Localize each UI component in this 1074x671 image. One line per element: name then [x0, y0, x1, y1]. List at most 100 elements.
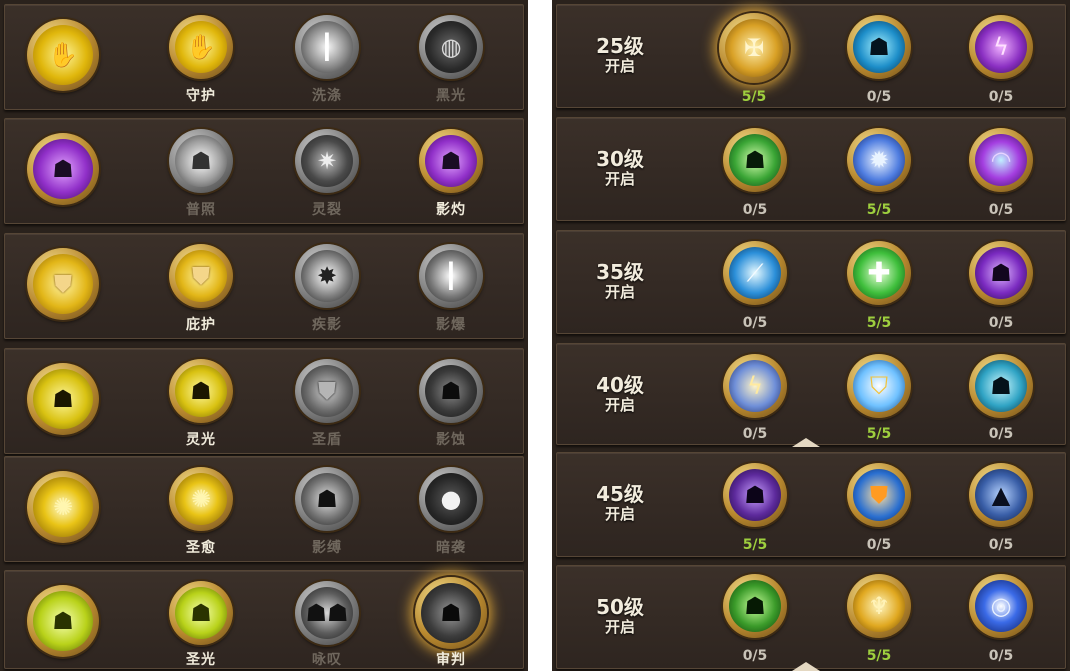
talent-row: 25级 开启 ✠ 5/5 ☗ 0/5 ϟ 0/5	[556, 4, 1066, 108]
purple-lightning-icon: ϟ	[993, 33, 1009, 61]
talent-count: 0/5	[988, 202, 1014, 218]
skill-label: 影蚀	[436, 432, 466, 448]
skill-slot[interactable]: ☗	[419, 359, 483, 423]
talent-slot[interactable]: ▲	[969, 463, 1033, 527]
dark-silhouette-icon: ☗	[990, 372, 1012, 400]
skill-slot[interactable]: ✺	[169, 467, 233, 531]
skill-slot-main[interactable]: ☗	[27, 133, 99, 205]
skill-label: 庇护	[186, 317, 216, 333]
talent-slot[interactable]: ☗	[723, 463, 787, 527]
talent-slot[interactable]: ✚	[847, 241, 911, 305]
skill-slot-main[interactable]: ✋	[27, 19, 99, 91]
skill-slot[interactable]: ✋	[169, 15, 233, 79]
talent-slot[interactable]: ◠	[969, 128, 1033, 192]
judgement-icon: ☗	[440, 599, 462, 627]
unlock-text: 开启	[604, 283, 635, 301]
skill-slot[interactable]: ☗	[295, 467, 359, 531]
holy-light-figure-icon: ☗	[52, 607, 74, 635]
divider-notch	[792, 662, 820, 671]
skill-slot[interactable]: ✸	[295, 244, 359, 308]
talent-row: 50级 开启 ☗ 0/5 ♆ 5/5 ◎ 0/5	[556, 565, 1066, 669]
skill-slot[interactable]: ☗☗	[295, 581, 359, 645]
skill-slot[interactable]: ⛊	[169, 244, 233, 308]
skill-slot-main[interactable]: ☗	[27, 363, 99, 435]
unlock-text: 开启	[604, 170, 635, 188]
talent-slot[interactable]: ☗	[969, 354, 1033, 418]
skill-label: 咏叹	[312, 652, 342, 668]
skill-slot[interactable]: ✷	[295, 129, 359, 193]
divider-notch	[792, 438, 820, 447]
level-requirement: 35级 开启	[577, 261, 663, 301]
skill-slot-selected[interactable]: ☗	[415, 577, 487, 649]
talent-count: 0/5	[988, 315, 1014, 331]
skill-slot[interactable]: ●	[419, 467, 483, 531]
talent-slot[interactable]: ⛊	[847, 463, 911, 527]
shadow-bind-icon: ☗	[316, 485, 338, 513]
skill-label: 疾影	[312, 317, 342, 333]
blue-vortex-icon: ◎	[990, 592, 1012, 620]
talent-slot[interactable]: ☗	[847, 15, 911, 79]
skill-slot[interactable]: ☗	[169, 359, 233, 423]
skill-slot[interactable]: ┃	[295, 15, 359, 79]
level-number: 25级	[596, 34, 644, 58]
talent-panel: 25级 开启 ✠ 5/5 ☗ 0/5 ϟ 0/5 30级 开启 ☗ 0/5 ✹ …	[552, 0, 1070, 671]
talent-count: 0/5	[742, 648, 768, 664]
golden-cross-icon: ✠	[743, 34, 765, 62]
talent-row: 40级 开启 ϟ 0/5 ⛉ 5/5 ☗ 0/5	[556, 343, 1066, 445]
talent-slot[interactable]: ϟ	[969, 15, 1033, 79]
aura-figure-icon: ☗	[52, 385, 74, 413]
talent-slot[interactable]: ☗	[723, 128, 787, 192]
healing-light-icon: ✺	[52, 493, 74, 521]
skill-label: 圣盾	[312, 432, 342, 448]
healing-light-icon: ✺	[190, 485, 212, 513]
talent-slot[interactable]: ⛉	[847, 354, 911, 418]
level-number: 45级	[596, 482, 644, 506]
lightning-strike-icon: ϟ	[747, 372, 763, 400]
talent-slot[interactable]: ♆	[847, 574, 911, 638]
radiant-figure-icon: ☗	[190, 147, 212, 175]
shadow-erode-icon: ☗	[440, 377, 462, 405]
level-requirement: 30级 开启	[577, 148, 663, 188]
level-requirement: 45级 开启	[577, 483, 663, 523]
talent-slot[interactable]: ϟ	[723, 354, 787, 418]
aura-figure-icon: ☗	[190, 377, 212, 405]
spirit-crack-icon: ✷	[316, 147, 338, 175]
level-number: 40级	[596, 373, 644, 397]
skill-slot[interactable]: ⛊	[295, 359, 359, 423]
level-number: 30级	[596, 147, 644, 171]
skill-row: ☗ ☗ 圣光 ☗☗ 咏叹 ☗ 审判	[4, 570, 524, 669]
skill-label: 守护	[186, 88, 216, 104]
talent-slot[interactable]: ✠	[719, 13, 789, 83]
skill-slot-main[interactable]: ⛊	[27, 248, 99, 320]
level-requirement: 50级 开启	[577, 596, 663, 636]
guard-hand-icon: ✋	[186, 33, 216, 61]
golden-angel-icon: ♆	[868, 592, 890, 620]
skill-slot[interactable]: ┃	[419, 244, 483, 308]
holy-light-figure-icon: ☗	[190, 599, 212, 627]
skill-slot-main[interactable]: ☗	[27, 585, 99, 657]
talent-slot[interactable]: ⟋	[723, 241, 787, 305]
talent-slot[interactable]: ☗	[969, 241, 1033, 305]
skill-slot[interactable]: ☗	[169, 581, 233, 645]
skill-tree-panel: ✋ ✋ 守护 ┃ 洗涤 ◍ 黑光 ☗ ☗ 普照 ✷ 灵裂 ☗ 影灼 ⛊ ⛊ 庇护…	[0, 0, 528, 671]
blue-figure-icon: ☗	[868, 33, 890, 61]
shadow-figure-icon: ☗	[52, 155, 74, 183]
skill-slot-main[interactable]: ✺	[27, 471, 99, 543]
talent-slot[interactable]: ◎	[969, 574, 1033, 638]
talent-count: 0/5	[988, 537, 1014, 553]
skill-slot[interactable]: ☗	[169, 129, 233, 193]
shield-icon: ⛊	[54, 270, 72, 298]
skill-row: ✺ ✺ 圣愈 ☗ 影缚 ● 暗袭	[4, 456, 524, 562]
talent-slot[interactable]: ✹	[847, 128, 911, 192]
talent-row: 30级 开启 ☗ 0/5 ✹ 5/5 ◠ 0/5	[556, 117, 1066, 221]
talent-count: 5/5	[866, 315, 892, 331]
skill-label: 审判	[436, 652, 466, 668]
skill-row: ☗ ☗ 灵光 ⛊ 圣盾 ☗ 影蚀	[4, 348, 524, 454]
chant-group-icon: ☗☗	[305, 599, 349, 627]
hooded-face-icon: ☗	[744, 481, 766, 509]
skill-slot[interactable]: ◍	[419, 15, 483, 79]
skill-slot[interactable]: ☗	[419, 129, 483, 193]
skill-label: 影缚	[312, 540, 342, 556]
talent-count: 5/5	[741, 89, 767, 105]
talent-slot[interactable]: ☗	[723, 574, 787, 638]
